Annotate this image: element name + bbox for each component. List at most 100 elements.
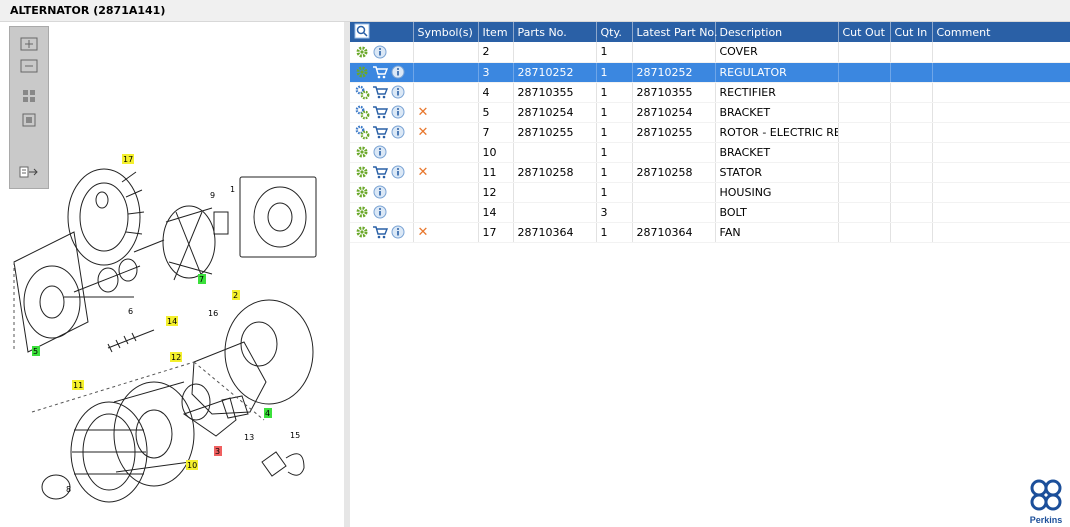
table-row[interactable]: 12 1 HOUSING xyxy=(350,182,1070,203)
actual-size-icon[interactable] xyxy=(18,111,40,129)
callout-label[interactable]: 5 xyxy=(33,347,38,356)
cut-in-cell xyxy=(890,62,933,83)
info-icon[interactable] xyxy=(373,205,387,219)
column-header[interactable]: Cut Out xyxy=(838,22,891,42)
perkins-logo-icon xyxy=(1030,479,1062,511)
callout-label[interactable]: 12 xyxy=(171,353,181,362)
column-header[interactable]: Comment xyxy=(932,22,1070,42)
row-actions-cell xyxy=(350,182,414,203)
table-row[interactable]: 3 28710252 1 28710252 REGULATOR xyxy=(350,62,1070,83)
table-row[interactable]: 10 1 BRACKET xyxy=(350,142,1070,163)
exploded-diagram[interactable]: 17 9 1 2 16 7 6 14 5 12 11 4 13 15 3 10 … xyxy=(4,22,344,527)
table-row[interactable]: ✕ 17 28710364 1 28710364 FAN xyxy=(350,222,1070,243)
item-cell: 12 xyxy=(478,182,514,203)
callout-label[interactable]: 8 xyxy=(66,485,71,494)
cut-in-cell xyxy=(890,42,933,63)
column-header[interactable]: Cut In xyxy=(890,22,933,42)
shopping-cart-icon[interactable] xyxy=(372,165,388,179)
column-header[interactable]: Item xyxy=(478,22,514,42)
callout-label[interactable]: 17 xyxy=(123,155,133,164)
callout-label[interactable]: 14 xyxy=(167,317,177,326)
parts-list-pane: Symbol(s) Item Parts No. Qty. Latest Par… xyxy=(350,22,1070,527)
column-header[interactable]: Description xyxy=(715,22,839,42)
callout-label[interactable]: 4 xyxy=(265,409,270,418)
info-icon[interactable] xyxy=(391,225,405,239)
column-header[interactable]: Parts No. xyxy=(513,22,597,42)
row-actions-cell xyxy=(350,62,414,83)
cut-out-cell xyxy=(838,42,891,63)
callout-label[interactable]: 10 xyxy=(187,461,197,470)
column-search[interactable] xyxy=(350,22,414,42)
callout-label[interactable]: 3 xyxy=(215,447,220,456)
table-row[interactable]: 14 3 BOLT xyxy=(350,202,1070,223)
column-header[interactable]: Qty. xyxy=(596,22,633,42)
fit-page-icon[interactable] xyxy=(18,87,40,105)
cut-in-cell xyxy=(890,122,933,143)
latest-part-number-cell: 28710258 xyxy=(632,162,716,183)
gear-icon xyxy=(356,186,368,198)
symbol-cell xyxy=(413,182,479,203)
info-icon[interactable] xyxy=(373,185,387,199)
quantity-cell: 1 xyxy=(596,82,633,103)
gear-icon xyxy=(356,166,368,178)
diagram-pane[interactable]: 17 9 1 2 16 7 6 14 5 12 11 4 13 15 3 10 … xyxy=(4,22,344,527)
cut-out-cell xyxy=(838,222,891,243)
callout-label[interactable]: 7 xyxy=(199,275,204,284)
info-icon[interactable] xyxy=(391,165,405,179)
symbol-cell: ✕ xyxy=(413,222,479,243)
table-row[interactable]: 2 1 COVER xyxy=(350,42,1070,63)
info-icon[interactable] xyxy=(373,145,387,159)
info-icon[interactable] xyxy=(391,105,405,119)
table-row[interactable]: ✕ 5 28710254 1 28710254 BRACKET xyxy=(350,102,1070,123)
quantity-cell: 1 xyxy=(596,122,633,143)
unavailable-x-icon: ✕ xyxy=(417,164,429,180)
table-row[interactable]: 4 28710355 1 28710355 RECTIFIER xyxy=(350,82,1070,103)
quantity-cell: 1 xyxy=(596,62,633,83)
callout-label[interactable]: 15 xyxy=(290,431,300,440)
callout-label[interactable]: 11 xyxy=(73,381,83,390)
zoom-in-icon[interactable] xyxy=(18,35,40,53)
shopping-cart-icon[interactable] xyxy=(372,85,388,99)
unavailable-x-icon: ✕ xyxy=(417,104,429,120)
callout-label[interactable]: 13 xyxy=(244,433,254,442)
shopping-cart-icon[interactable] xyxy=(372,105,388,119)
column-header[interactable]: Latest Part No. xyxy=(632,22,717,42)
info-icon[interactable] xyxy=(391,65,405,79)
symbol-cell xyxy=(413,42,479,63)
search-icon[interactable] xyxy=(354,23,370,39)
callout-label[interactable]: 6 xyxy=(128,307,133,316)
description-cell: RECTIFIER xyxy=(715,82,839,103)
callout-label[interactable]: 1 xyxy=(230,185,235,194)
cut-in-cell xyxy=(890,182,933,203)
comment-cell xyxy=(932,202,1070,223)
info-icon[interactable] xyxy=(391,85,405,99)
info-icon[interactable] xyxy=(391,125,405,139)
zoom-out-icon[interactable] xyxy=(18,57,40,75)
export-icon[interactable] xyxy=(18,163,40,181)
row-actions-cell xyxy=(350,222,414,243)
row-actions-cell xyxy=(350,82,414,103)
symbol-cell xyxy=(413,142,479,163)
latest-part-number-cell: 28710255 xyxy=(632,122,716,143)
callout-label[interactable]: 16 xyxy=(208,309,218,318)
gear-icon xyxy=(356,46,368,58)
description-cell: HOUSING xyxy=(715,182,839,203)
symbol-cell: ✕ xyxy=(413,102,479,123)
latest-part-number-cell: 28710252 xyxy=(632,62,716,83)
parts-table: Symbol(s) Item Parts No. Qty. Latest Par… xyxy=(350,22,1070,243)
unavailable-x-icon: ✕ xyxy=(417,224,429,240)
symbol-cell: ✕ xyxy=(413,162,479,183)
shopping-cart-icon[interactable] xyxy=(372,65,388,79)
table-row[interactable]: ✕ 11 28710258 1 28710258 STATOR xyxy=(350,162,1070,183)
shopping-cart-icon[interactable] xyxy=(372,125,388,139)
info-icon[interactable] xyxy=(373,45,387,59)
cut-in-cell xyxy=(890,222,933,243)
callout-label[interactable]: 9 xyxy=(210,191,215,200)
column-header[interactable]: Symbol(s) xyxy=(413,22,479,42)
callout-label[interactable]: 2 xyxy=(233,291,238,300)
cut-out-cell xyxy=(838,82,891,103)
shopping-cart-icon[interactable] xyxy=(372,225,388,239)
quantity-cell: 1 xyxy=(596,222,633,243)
table-row[interactable]: ✕728710255128710255ROTOR - ELECTRIC REPA… xyxy=(350,122,1070,143)
row-actions-cell xyxy=(350,42,414,63)
